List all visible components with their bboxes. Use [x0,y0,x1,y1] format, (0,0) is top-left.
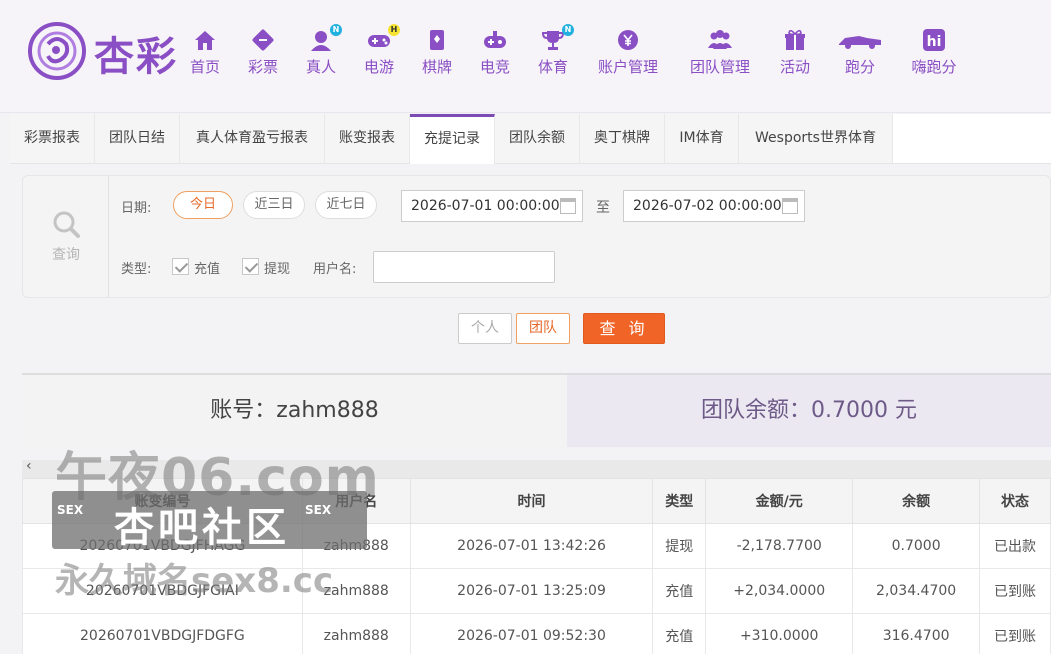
report-tabs: 彩票报表 团队日结 真人体育盈亏报表 账变报表 充提记录 团队余额 奥丁棋牌 I… [10,114,1051,164]
type: 提现 [652,523,707,569]
status: 已出款 [979,523,1051,569]
col-time: 时间 [409,478,654,524]
logo-text: 杏彩 [94,33,178,80]
username-label: 用户名: [313,262,357,277]
type: 充值 [652,568,707,614]
col-balance: 余额 [852,478,981,524]
tab-odin-cards[interactable]: 奥丁棋牌 [580,114,665,163]
tab-im-sports[interactable]: IM体育 [665,114,739,163]
range-today-button[interactable]: 今日 [173,191,233,219]
nav-home[interactable]: 首页 [186,28,224,78]
race-car-icon [837,28,883,52]
cards-icon [424,28,450,52]
time: 2026-07-01 09:52:30 [409,613,654,654]
gamepad-icon: H [366,24,400,52]
nav-promotions[interactable]: 活动 [776,28,814,78]
tab-team-balance[interactable]: 团队余额 [495,114,580,163]
deposit-checkbox[interactable] [172,258,189,275]
search-icon [53,211,80,238]
tab-team-daily[interactable]: 团队日结 [95,114,180,163]
new-badge: N [562,24,574,36]
balance: 2,034.4700 [852,568,981,614]
watermark-tag: SEX [305,503,332,517]
brand-logo[interactable]: 杏彩 [26,20,178,82]
tab-account-changes[interactable]: 账变报表 [325,114,410,163]
balance: 316.4700 [852,613,981,654]
range-7days-button[interactable]: 近七日 [315,191,377,219]
team-balance-summary: 团队余额：0.7000 元 [567,375,1051,447]
withdraw-label: 提现 [264,262,291,277]
watermark-banner: SEX 杏吧社区 SEX [52,491,367,551]
date-label: 日期: [121,201,152,216]
scroll-left-icon[interactable]: ‹ [26,458,32,474]
lottery-ticket-icon [250,28,276,52]
date-to-label: 至 [596,200,610,216]
tab-lottery-report[interactable]: 彩票报表 [10,114,95,163]
new-badge: N [330,24,342,36]
time: 2026-07-01 13:42:26 [409,523,654,569]
nav-run-score[interactable]: 跑分 [834,28,886,78]
table-row[interactable]: 20260701VBDGJFDGFG zahm888 2026-07-01 09… [22,613,1051,654]
nav-team-management[interactable]: 团队管理 [684,28,756,78]
hi-app-icon: hi [921,28,947,52]
status: 已到账 [979,568,1051,614]
query-button[interactable]: 查 询 [583,313,665,344]
nav-cards[interactable]: 棋牌 [418,28,456,78]
type-label: 类型: [121,262,152,277]
tab-wesports[interactable]: Wesports世界体育 [739,114,893,163]
team-icon [707,28,733,52]
status: 已到账 [979,613,1051,654]
filter-panel: 查询 日期: 今日 近三日 近七日 2026-07-01 00:00:00 至 … [22,175,1051,298]
col-status: 状态 [979,478,1051,524]
amount: +310.0000 [705,613,854,654]
trophy-icon: N [540,24,574,52]
watermark-tag: SEX [57,503,84,517]
live-dealer-icon: N [308,24,342,52]
nav-lottery[interactable]: 彩票 [244,28,282,78]
nav-esports[interactable]: 电竞 [476,28,514,78]
team-button[interactable]: 团队 [516,313,570,344]
tab-live-sports-pnl[interactable]: 真人体育盈亏报表 [180,114,325,163]
esports-controller-icon [482,28,508,52]
amount: +2,034.0000 [705,568,854,614]
date-from-input[interactable]: 2026-07-01 00:00:00 [401,190,583,222]
svg-text:hi: hi [927,34,942,50]
col-amount: 金额/元 [705,478,854,524]
top-nav: 杏彩 首页 彩票 N 真人 H 电游 棋牌 电竞 N 体育 账户管理 团队管理 … [0,0,1051,113]
watermark-line2: 杏吧社区 [114,505,290,551]
withdraw-checkbox[interactable] [242,258,259,275]
nav-sports[interactable]: N 体育 [534,24,574,78]
nav-account-management[interactable]: 账户管理 [592,28,664,78]
range-3days-button[interactable]: 近三日 [243,191,305,219]
time: 2026-07-01 13:25:09 [409,568,654,614]
yen-coin-icon [615,28,641,52]
calendar-icon [782,198,798,214]
hot-badge: H [388,24,400,36]
amount: -2,178.7700 [705,523,854,569]
query-side: 查询 [23,176,109,297]
col-type: 类型 [652,478,707,524]
username-input[interactable] [373,251,555,283]
nav-slots[interactable]: H 电游 [360,24,400,78]
calendar-icon [560,198,576,214]
transaction-id: 20260701VBDGJFDGFG [22,613,303,654]
username: zahm888 [301,613,411,654]
balance: 0.7000 [852,523,981,569]
date-to-input[interactable]: 2026-07-02 00:00:00 [623,190,805,222]
nav-live[interactable]: N 真人 [302,24,342,78]
personal-button[interactable]: 个人 [458,313,512,344]
nav-hi-run-score[interactable]: hi 嗨跑分 [906,28,962,78]
query-side-label: 查询 [52,247,80,263]
watermark-line3: 永久域名sex8.cc [55,561,334,601]
type: 充值 [652,613,707,654]
logo-emblem-icon [28,22,86,80]
deposit-label: 充值 [194,262,221,277]
home-icon [192,28,218,52]
tab-deposit-withdraw-records[interactable]: 充提记录 [410,114,495,164]
gift-icon [782,28,808,52]
